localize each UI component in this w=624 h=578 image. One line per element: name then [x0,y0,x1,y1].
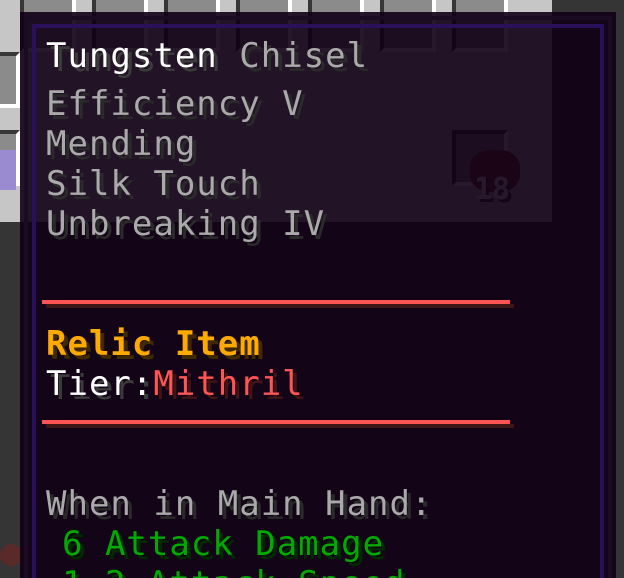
tier-value: Mithril [153,364,304,404]
tooltip-divider [42,300,510,304]
item-name-main: Tungsten [46,36,218,76]
slot-item-icon [0,150,16,190]
slot-item-icon [0,544,22,566]
enchantment-line: Silk Touch [46,164,261,204]
tier-label: Tier: [46,364,154,404]
attribute-line: 1.2 Attack Speed [62,564,406,578]
item-tooltip: Tungsten Chisel Efficiency V Mending Sil… [20,12,616,578]
rarity-label: Relic Item [46,324,261,364]
main-hand-header: When in Main Hand: [46,484,433,524]
attribute-line: 6 Attack Damage [62,524,385,564]
game-screen: 18 Tungsten Chisel Efficiency V Mending … [0,0,624,578]
enchantment-line: Unbreaking IV [46,204,326,244]
inventory-slot[interactable] [0,52,20,108]
item-name: Tungsten Chisel [46,36,368,76]
enchantment-line: Efficiency V [46,84,304,124]
item-name-suffix: Chisel [239,36,369,76]
tooltip-divider [42,420,510,424]
tier-line: Tier:Mithril [46,364,304,404]
enchantment-line: Mending [46,124,197,164]
